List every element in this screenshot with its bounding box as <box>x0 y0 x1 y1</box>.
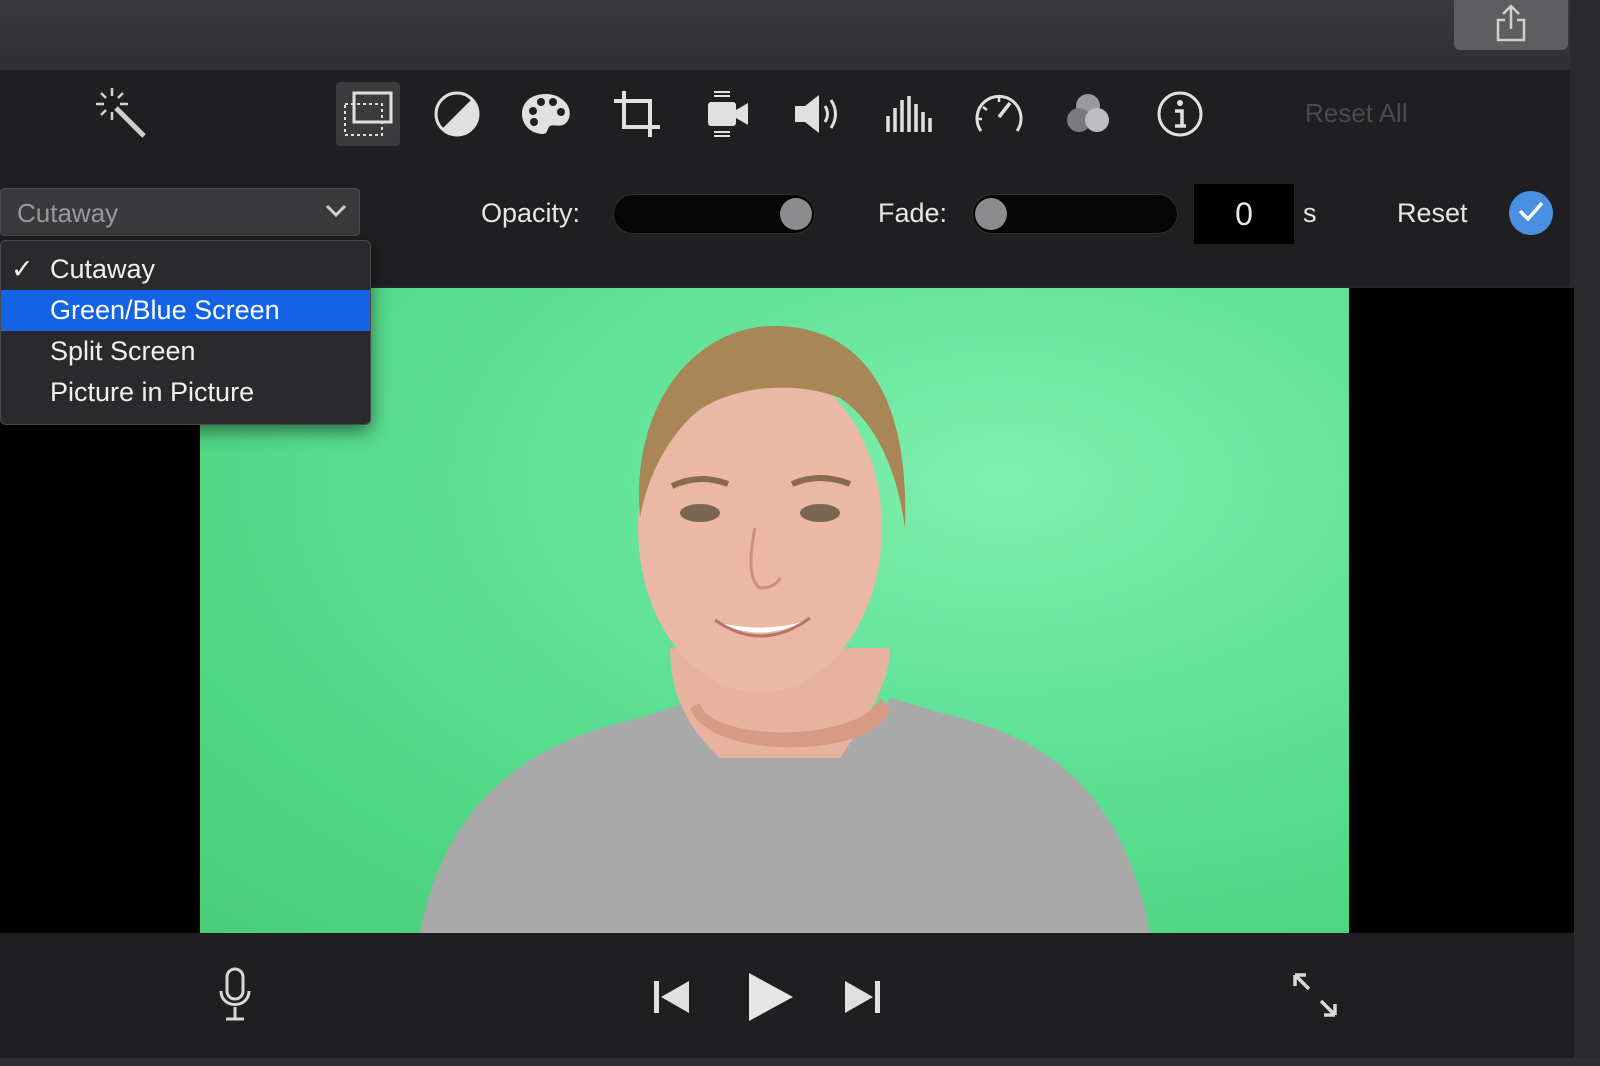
fade-unit-label: s <box>1303 198 1317 228</box>
menu-item-label: Green/Blue Screen <box>50 295 280 325</box>
chevron-down-icon <box>325 203 347 224</box>
equalizer-icon[interactable] <box>876 82 940 146</box>
menu-item-picture-in-picture[interactable]: Picture in Picture <box>1 372 370 413</box>
magic-wand-icon[interactable] <box>90 82 154 146</box>
overlay-style-dropdown[interactable]: Cutaway <box>0 188 360 236</box>
dropdown-value: Cutaway <box>17 198 119 228</box>
video-preview <box>200 288 1349 933</box>
skip-back-icon[interactable] <box>650 972 694 1022</box>
info-icon[interactable] <box>1148 82 1212 146</box>
clip-filter-icon[interactable] <box>1056 82 1120 146</box>
opacity-label: Opacity: <box>481 198 581 228</box>
color-palette-icon[interactable] <box>514 82 578 146</box>
overlay-style-menu: ✓ Cutaway Green/Blue Screen Split Screen… <box>0 240 371 425</box>
menu-item-label: Cutaway <box>50 254 156 284</box>
window-bottom-edge <box>0 1058 1600 1066</box>
fade-label: Fade: <box>878 198 948 228</box>
menu-item-green-blue-screen[interactable]: Green/Blue Screen <box>1 290 370 331</box>
fullscreen-icon[interactable] <box>1290 970 1340 1020</box>
title-bar <box>0 0 1600 71</box>
share-button[interactable] <box>1454 0 1568 50</box>
menu-item-label: Split Screen <box>50 336 196 366</box>
apply-checkmark-button[interactable] <box>1509 191 1553 235</box>
play-icon[interactable] <box>742 965 798 1029</box>
opacity-slider[interactable] <box>613 194 815 234</box>
volume-icon[interactable] <box>786 82 850 146</box>
menu-item-cutaway[interactable]: ✓ Cutaway <box>1 249 370 290</box>
checkmark-icon <box>1517 200 1545 227</box>
opacity-slider-knob[interactable] <box>780 198 812 230</box>
menu-item-split-screen[interactable]: Split Screen <box>1 331 370 372</box>
skip-forward-icon[interactable] <box>840 972 884 1022</box>
stabilization-icon[interactable] <box>696 82 760 146</box>
window-edge <box>1570 0 1600 1066</box>
reset-button[interactable]: Reset <box>1397 198 1468 229</box>
color-balance-icon[interactable] <box>425 82 489 146</box>
fade-seconds-field[interactable]: 0 <box>1194 184 1294 244</box>
menu-item-label: Picture in Picture <box>50 377 255 407</box>
fade-slider[interactable] <box>972 194 1178 234</box>
checkmark-icon: ✓ <box>11 254 34 284</box>
reset-all-button[interactable]: Reset All <box>1305 98 1408 129</box>
crop-icon[interactable] <box>605 82 669 146</box>
speed-icon[interactable] <box>967 82 1031 146</box>
video-overlay-icon[interactable] <box>336 82 400 146</box>
fade-slider-knob[interactable] <box>975 198 1007 230</box>
share-icon <box>1494 3 1528 48</box>
presenter-image <box>420 325 1150 933</box>
microphone-icon[interactable] <box>210 965 260 1025</box>
